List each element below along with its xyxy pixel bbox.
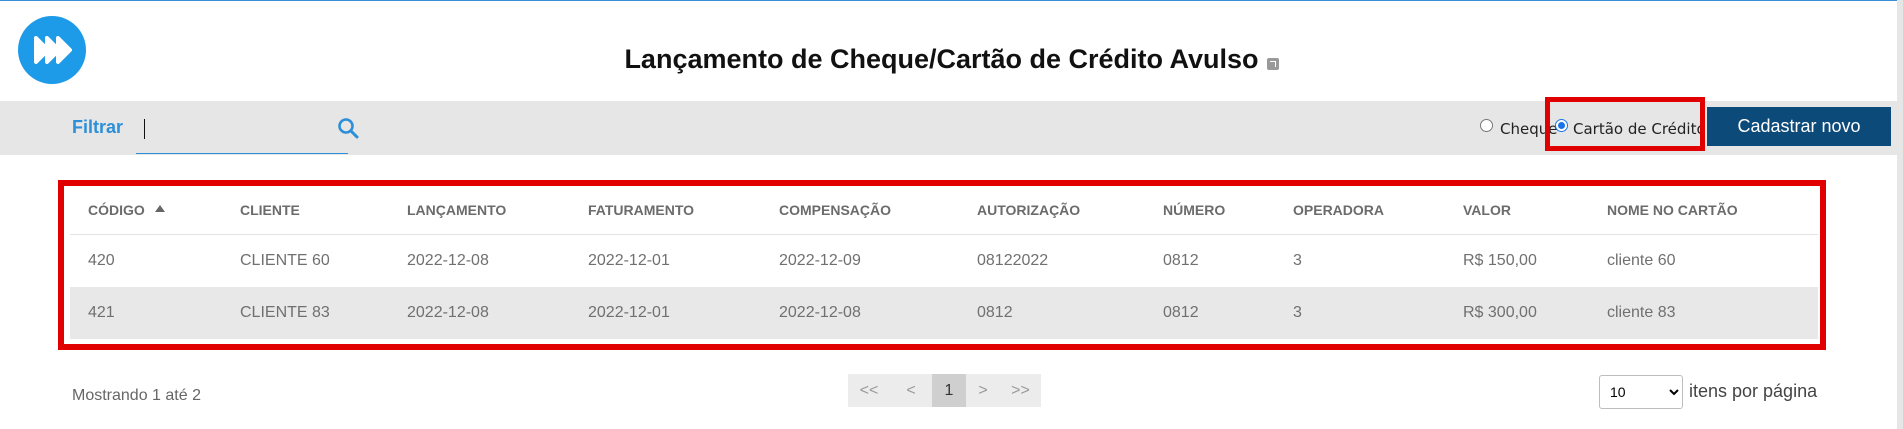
per-page-label: itens por página xyxy=(1689,381,1818,401)
external-link-icon[interactable] xyxy=(1266,58,1279,70)
per-page-select[interactable]: 10 xyxy=(1599,375,1683,409)
table-highlight-box xyxy=(58,180,1826,350)
pagination: << < 1 > >> xyxy=(848,374,1041,407)
pager-first-button[interactable]: << xyxy=(848,374,890,407)
filter-input[interactable] xyxy=(136,109,348,154)
pager-last-button[interactable]: >> xyxy=(1000,374,1041,407)
pager-page-1[interactable]: 1 xyxy=(932,374,966,407)
filter-label: Filtrar xyxy=(72,117,124,137)
page-title: Lançamento de Cheque/Cartão de Crédito A… xyxy=(0,44,1903,75)
search-icon[interactable] xyxy=(337,117,359,144)
top-border xyxy=(0,0,1903,1)
pager-next-button[interactable]: > xyxy=(966,374,1000,407)
showing-count: Mostrando 1 até 2 xyxy=(72,387,201,404)
text-caret xyxy=(144,119,145,139)
new-record-button[interactable]: Cadastrar novo xyxy=(1707,107,1891,146)
radio-highlight-box xyxy=(1545,97,1705,151)
pager-prev-button[interactable]: < xyxy=(890,374,932,407)
page-title-text: Lançamento de Cheque/Cartão de Crédito A… xyxy=(624,44,1259,74)
radio-cheque[interactable] xyxy=(1480,119,1493,132)
